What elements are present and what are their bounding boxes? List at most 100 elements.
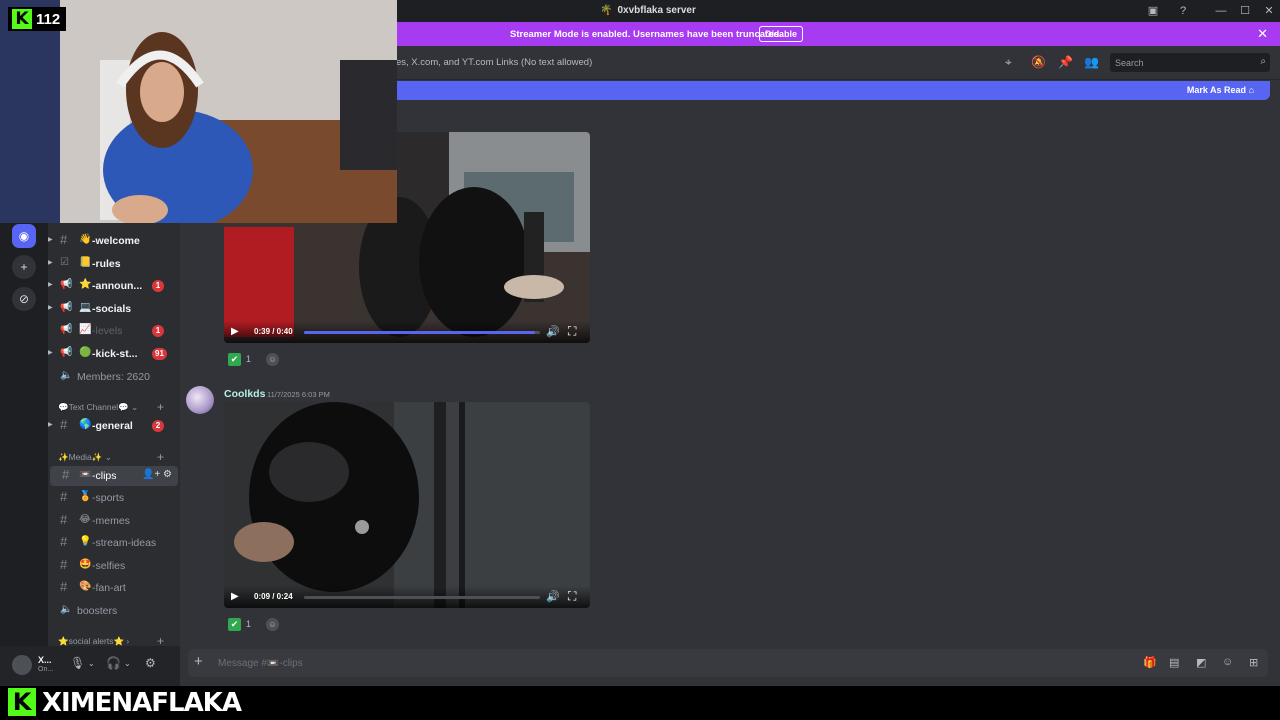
unread-badge: 1 <box>152 280 164 292</box>
search-input[interactable] <box>1110 53 1250 72</box>
screen-share-icon[interactable]: ▣ <box>1145 3 1161 19</box>
disable-streamer-mode-button[interactable]: Disable <box>759 26 803 42</box>
channel-topic[interactable]: es, X.com, and YT.com Links (No text all… <box>396 57 592 68</box>
channel-emoji: 🤩 <box>79 559 92 570</box>
window-title: 🌴 0xvbflaka server <box>600 5 696 16</box>
category-media[interactable]: ✨Media✨ ⌄ + <box>58 450 178 466</box>
webcam-feed <box>0 0 397 223</box>
add-reaction-icon[interactable]: ☺ <box>266 617 280 631</box>
channel-boosters[interactable]: 🔈 boosters <box>48 601 180 621</box>
headphones-icon[interactable]: 🎧 <box>106 656 121 670</box>
channel-memes[interactable]: # 😂 -memes <box>48 511 180 531</box>
announcement-icon: 📢 <box>60 279 73 290</box>
close-banner-icon[interactable]: ✕ <box>1257 27 1268 40</box>
reaction-bar: ✔ 1 ☺ <box>228 616 280 632</box>
chevron-down-icon[interactable]: ⌄ <box>124 659 131 668</box>
threads-icon[interactable]: ⌖ <box>1005 55 1012 70</box>
category-text-channel[interactable]: 💬Text Channel💬 ⌄ + <box>58 400 178 416</box>
add-reaction-icon[interactable]: ☺ <box>266 352 280 366</box>
add-channel-icon[interactable]: + <box>157 450 164 464</box>
fullscreen-icon[interactable]: ⛶ <box>568 589 576 604</box>
check-reaction-icon[interactable]: ✔ <box>228 617 241 631</box>
gif-icon[interactable]: ▤ <box>1169 656 1179 669</box>
channel-fan-art[interactable]: # 🎨 -fan-art <box>48 578 180 598</box>
sticker-icon[interactable]: ◩ <box>1196 656 1206 669</box>
channel-name: -selfies <box>92 560 126 572</box>
gear-icon[interactable]: ⚙ <box>145 656 156 670</box>
channel-general[interactable]: ▶ # 🌎 -general 2 <box>48 416 180 436</box>
video-progress-bar[interactable] <box>304 331 540 334</box>
channel-socials[interactable]: ▶ 📢 💻 -socials <box>48 299 180 319</box>
username: X... <box>38 655 52 665</box>
reaction-count: 1 <box>246 354 252 364</box>
channel-name: -fan-art <box>92 582 126 594</box>
channel-settings-icon[interactable]: 👤+ ⚙ <box>142 469 172 480</box>
announcement-icon: 📢 <box>60 302 73 313</box>
hash-icon: # <box>60 557 68 572</box>
caret-icon: ▶ <box>48 282 53 288</box>
apps-icon[interactable]: ⊞ <box>1249 656 1258 669</box>
avatar[interactable] <box>12 655 32 675</box>
video-controls: ▶ 0:39 / 0:40 🔊 ⛶ <box>224 321 590 343</box>
maximize-icon[interactable]: ☐ <box>1237 3 1253 19</box>
search-box[interactable]: ⌕ <box>1110 53 1270 72</box>
channel-name: boosters <box>77 605 118 617</box>
channel-emoji: ⭐ <box>79 279 92 290</box>
members-icon[interactable]: 👥 <box>1084 55 1099 69</box>
channel-emoji: 📒 <box>79 257 92 268</box>
attach-plus-icon[interactable]: + <box>194 654 203 670</box>
mark-as-read-button[interactable]: Mark As Read ⌂ <box>1187 85 1254 95</box>
microphone-icon[interactable]: 🎙 <box>70 656 85 670</box>
channel-levels[interactable]: 📢 📈 -levels 1 <box>48 321 180 341</box>
video-attachment[interactable]: ▶ 0:09 / 0:24 🔊 ⛶ <box>224 402 590 608</box>
help-icon[interactable]: ? <box>1175 3 1191 19</box>
add-channel-icon[interactable]: + <box>157 400 164 414</box>
camera-icon[interactable]: ◉ <box>12 224 36 248</box>
channel-selfies[interactable]: # 🤩 -selfies <box>48 556 180 576</box>
avatar[interactable] <box>186 386 214 414</box>
video-progress-bar[interactable] <box>304 596 540 599</box>
channel-welcome[interactable]: ▶ # 👋 -welcome <box>48 231 180 251</box>
minimize-icon[interactable]: — <box>1213 3 1229 19</box>
channel-rules[interactable]: ▶ ☑ 📒 -rules <box>48 254 180 274</box>
hash-icon: # <box>60 232 68 247</box>
mark-as-read-label: Mark As Read <box>1186 85 1247 95</box>
pin-icon[interactable]: 📌 <box>1058 55 1073 69</box>
emoji-icon[interactable]: ☺ <box>1222 656 1233 668</box>
streamer-name: XIMENAFLAKA <box>42 688 242 718</box>
volume-icon[interactable]: 🔊 <box>546 325 560 338</box>
channel-sports[interactable]: # 🏅 -sports <box>48 488 180 508</box>
channel-name: -socials <box>92 303 132 315</box>
close-window-icon[interactable]: ✕ <box>1261 3 1277 19</box>
message-input[interactable] <box>218 653 1098 673</box>
check-reaction-icon[interactable]: ✔ <box>228 352 241 366</box>
video-frame <box>224 402 590 608</box>
channel-name: -levels <box>92 325 123 337</box>
voice-icon: 🔈 <box>60 370 73 381</box>
channel-clips[interactable]: # 📼 -clips 👤+ ⚙ <box>50 466 178 486</box>
chevron-down-icon[interactable]: ⌄ <box>88 659 95 668</box>
channel-stream-ideas[interactable]: # 💡 -stream-ideas <box>48 533 180 553</box>
channel-kick-stream[interactable]: ▶ 📢 🟢 -kick-st... 91 <box>48 344 180 364</box>
channel-announcements[interactable]: ▶ 📢 ⭐ -announ... 1 <box>48 276 180 296</box>
server-icon: 🌴 <box>600 5 613 16</box>
play-icon[interactable]: ▶ <box>231 591 239 602</box>
caret-icon: ▶ <box>48 237 53 243</box>
gift-icon[interactable]: 🎁 <box>1143 656 1157 669</box>
channel-emoji: 🎨 <box>79 581 92 592</box>
channel-emoji: 😂 <box>79 514 91 525</box>
kick-logo-icon: K <box>8 688 36 716</box>
volume-icon[interactable]: 🔊 <box>546 590 560 603</box>
add-server-icon[interactable]: + <box>12 255 36 279</box>
members-count: Members: 2620 <box>77 371 150 383</box>
channel-name: -welcome <box>92 235 140 247</box>
message-author[interactable]: Coolkds <box>224 388 265 400</box>
message-timestamp: 11/7/2025 6:03 PM <box>267 390 330 399</box>
unread-badge: 2 <box>152 420 164 432</box>
mute-icon[interactable]: 🔕 <box>1031 55 1046 69</box>
discover-icon[interactable]: ⊘ <box>12 287 36 311</box>
fullscreen-icon[interactable]: ⛶ <box>568 324 576 339</box>
channel-emoji: 💻 <box>79 302 92 313</box>
play-icon[interactable]: ▶ <box>231 326 239 337</box>
channel-name: -kick-st... <box>92 348 138 360</box>
